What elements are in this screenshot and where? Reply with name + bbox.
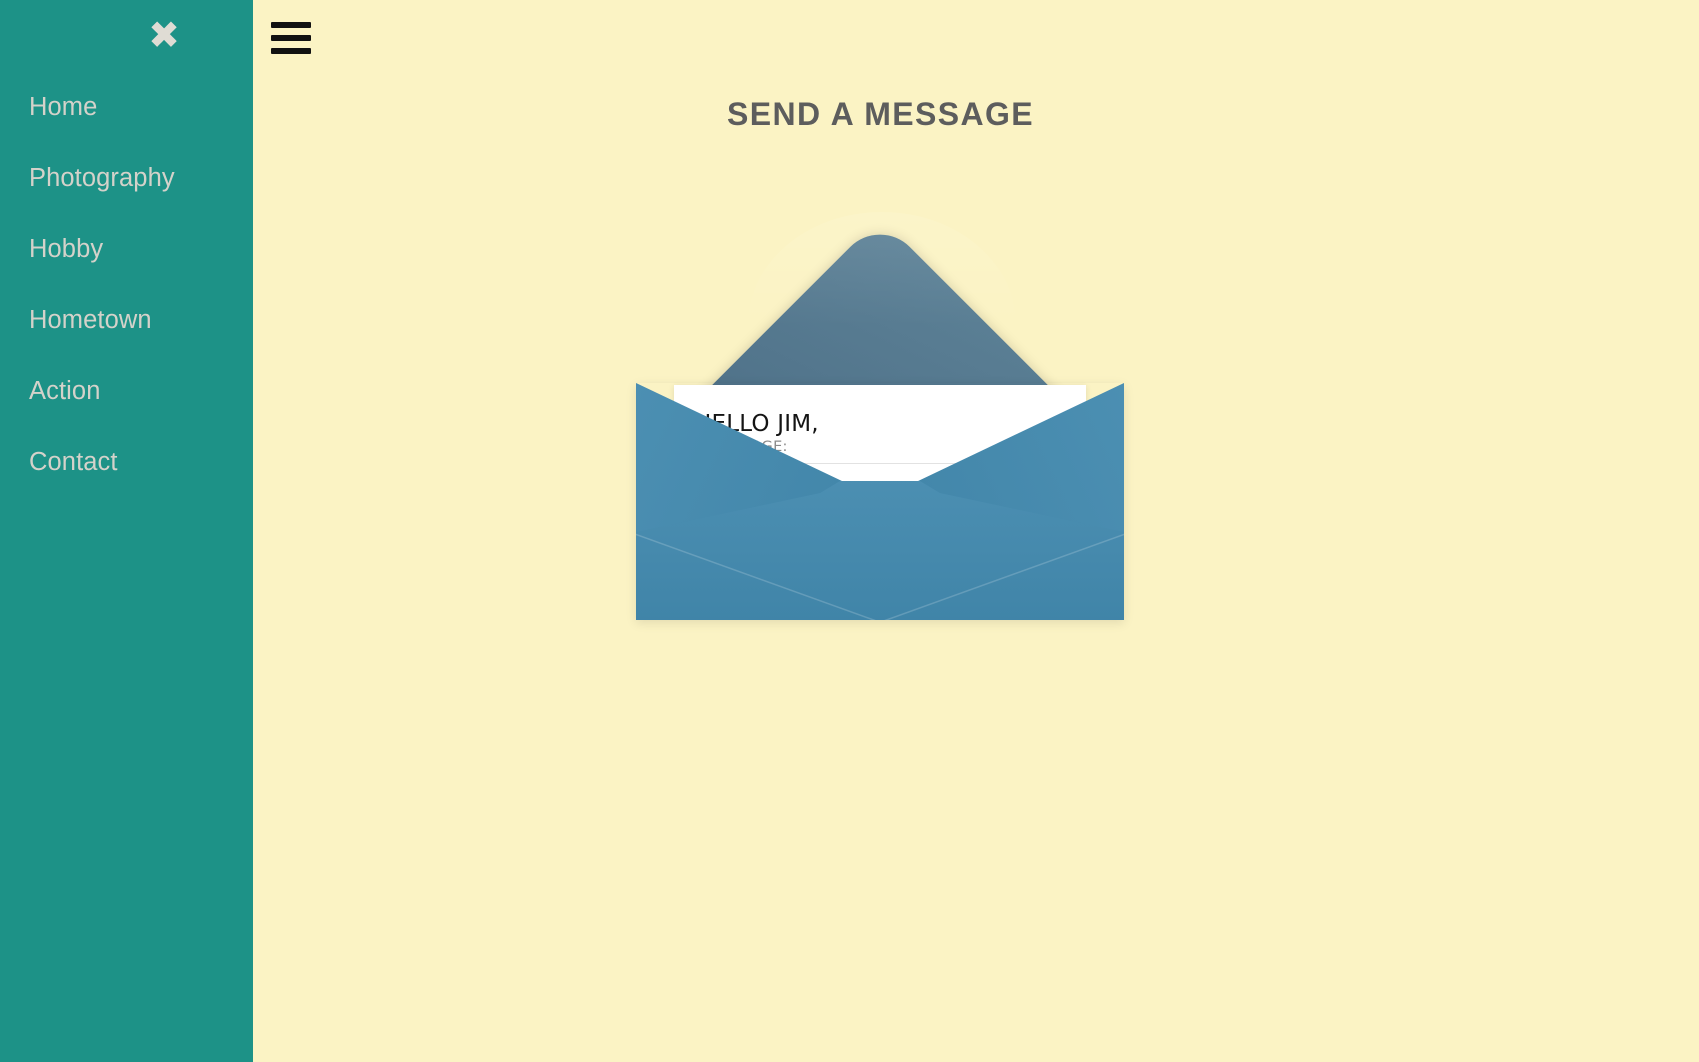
sidebar-item-contact[interactable]: Contact — [0, 427, 253, 498]
envelope-body — [636, 383, 1124, 620]
sidebar-menu-list: Home Photography Hobby Hometown Action C… — [0, 72, 253, 498]
sidebar-item-action[interactable]: Action — [0, 356, 253, 427]
hamburger-menu-icon[interactable] — [269, 18, 317, 62]
sidebar-item-photography-link[interactable]: Photography — [0, 143, 253, 214]
close-icon[interactable]: ✖ — [143, 14, 185, 56]
sidebar-item-home-link[interactable]: Home — [0, 72, 253, 143]
sidebar-item-contact-link[interactable]: Contact — [0, 427, 253, 498]
sidebar-item-hometown[interactable]: Hometown — [0, 285, 253, 356]
sidebar-item-hometown-link[interactable]: Hometown — [0, 285, 253, 356]
envelope-back-flap — [636, 200, 1124, 390]
sidebar-item-hobby-link[interactable]: Hobby — [0, 214, 253, 285]
sidebar-item-photography[interactable]: Photography — [0, 143, 253, 214]
sidebar-item-action-link[interactable]: Action — [0, 356, 253, 427]
envelope-back-flap-shape — [636, 217, 1124, 390]
main-content: SEND A MESSAGE HELLO JIM, R MASSAGE: — [253, 0, 1699, 1062]
envelope-graphic[interactable]: HELLO JIM, R MASSAGE: — [636, 200, 1124, 620]
hamburger-bar-middle — [271, 35, 311, 41]
hamburger-bar-top — [271, 22, 311, 28]
page-title: SEND A MESSAGE — [726, 96, 1035, 132]
sidebar-item-hobby[interactable]: Hobby — [0, 214, 253, 285]
sidebar-item-home[interactable]: Home — [0, 72, 253, 143]
sidebar-navigation: ✖ Home Photography Hobby Hometown Action… — [0, 0, 253, 1062]
hamburger-bar-bottom — [271, 48, 311, 54]
